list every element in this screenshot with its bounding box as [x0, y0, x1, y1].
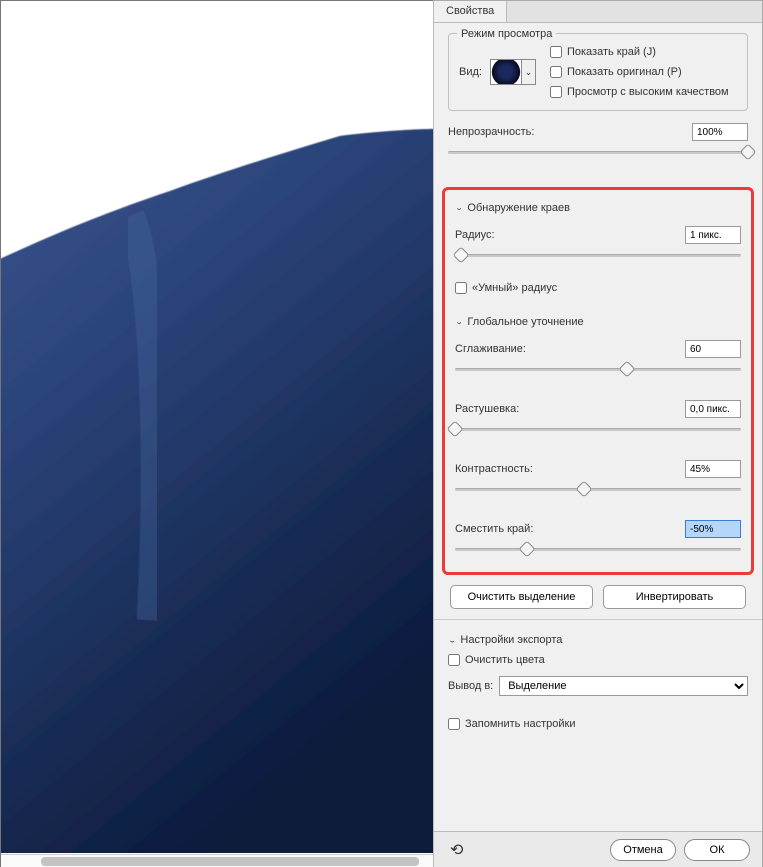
- shift-edge-input[interactable]: [685, 520, 741, 538]
- feather-label: Растушевка:: [455, 403, 519, 415]
- cb-remember[interactable]: Запомнить настройки: [448, 718, 748, 730]
- feather-input[interactable]: [685, 400, 741, 418]
- output-label: Вывод в:: [448, 680, 493, 692]
- view-label: Вид:: [459, 66, 482, 78]
- revert-icon[interactable]: ⟲: [446, 840, 467, 860]
- canvas-hscroll[interactable]: [1, 854, 433, 867]
- smooth-label: Сглаживание:: [455, 343, 526, 355]
- global-refine-header[interactable]: ⌄ Глобальное уточнение: [455, 312, 741, 336]
- smooth-input[interactable]: [685, 340, 741, 358]
- feather-slider[interactable]: [455, 422, 741, 438]
- opacity-slider[interactable]: [448, 145, 748, 161]
- cb-hq-preview[interactable]: Просмотр с высоким качеством: [550, 86, 729, 98]
- cb-decontaminate[interactable]: Очистить цвета: [448, 654, 748, 666]
- view-swatch[interactable]: [490, 59, 522, 85]
- chevron-down-icon: ⌄: [525, 67, 533, 78]
- radius-input[interactable]: [685, 226, 741, 244]
- chevron-down-icon: ⌄: [455, 318, 463, 326]
- contrast-label: Контрастность:: [455, 463, 533, 475]
- chevron-down-icon: ⌄: [448, 636, 456, 644]
- view-mode-group: Режим просмотра Вид: ⌄ Показать край (J)…: [448, 33, 748, 111]
- view-mode-title: Режим просмотра: [457, 28, 556, 40]
- contrast-slider[interactable]: [455, 482, 741, 498]
- opacity-label: Непрозрачность:: [448, 126, 534, 138]
- panel-tabbar: Свойства: [434, 1, 762, 23]
- invert-button[interactable]: Инвертировать: [603, 585, 746, 609]
- cancel-button[interactable]: Отмена: [610, 839, 676, 861]
- ok-button[interactable]: ОК: [684, 839, 750, 861]
- shift-edge-slider[interactable]: [455, 542, 741, 558]
- cb-show-edge[interactable]: Показать край (J): [550, 46, 729, 58]
- radius-label: Радиус:: [455, 229, 495, 241]
- contrast-input[interactable]: [685, 460, 741, 478]
- edge-detect-header[interactable]: ⌄ Обнаружение краев: [455, 198, 741, 222]
- view-dropdown[interactable]: ⌄: [522, 59, 536, 85]
- smooth-slider[interactable]: [455, 362, 741, 378]
- tab-properties[interactable]: Свойства: [434, 1, 507, 22]
- clear-selection-button[interactable]: Очистить выделение: [450, 585, 593, 609]
- canvas-image: [1, 1, 433, 853]
- highlighted-settings: ⌄ Обнаружение краев Радиус: «Умный» ради…: [442, 187, 754, 575]
- opacity-input[interactable]: [692, 123, 748, 141]
- export-header[interactable]: ⌄ Настройки экспорта: [448, 630, 748, 654]
- cb-smart-radius[interactable]: «Умный» радиус: [455, 282, 741, 294]
- cb-show-original[interactable]: Показать оригинал (P): [550, 66, 729, 78]
- panel-footer: ⟲ Отмена ОК: [434, 831, 762, 867]
- canvas-area[interactable]: [0, 0, 433, 867]
- radius-slider[interactable]: [455, 248, 741, 264]
- output-select[interactable]: Выделение: [499, 676, 748, 696]
- properties-panel: Свойства Режим просмотра Вид: ⌄ Показать…: [433, 0, 763, 867]
- chevron-down-icon: ⌄: [455, 204, 463, 212]
- shift-edge-label: Сместить край:: [455, 523, 533, 535]
